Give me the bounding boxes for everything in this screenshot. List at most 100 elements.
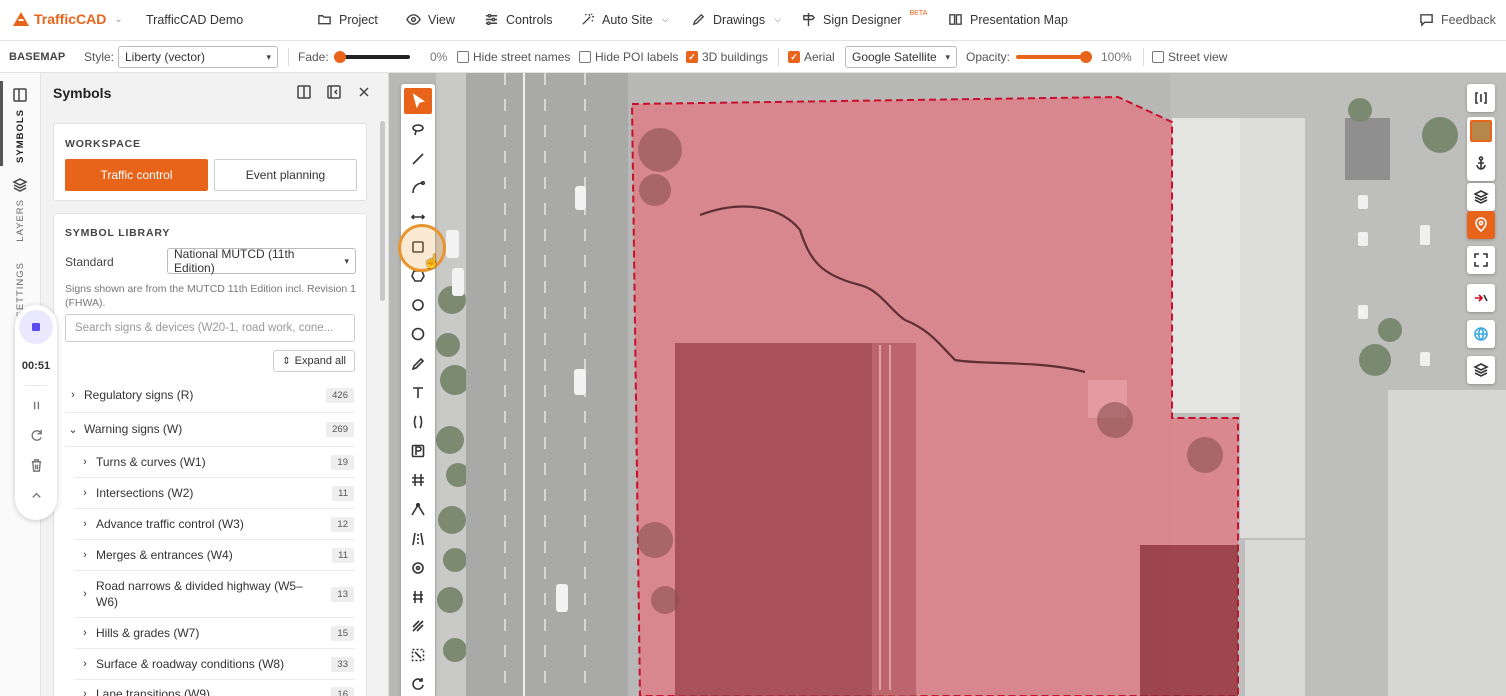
collapse-panel-button[interactable] [326, 84, 342, 100]
expand-all-button[interactable]: ⇕ Expand all [273, 350, 355, 372]
dock-panel-button[interactable] [296, 84, 312, 100]
pause-button[interactable] [28, 397, 44, 413]
lane-tool[interactable] [404, 526, 432, 552]
subcategory-label: Hills & grades (W7) [96, 626, 200, 640]
top-menu-bar: TrafficCAD ⌄ TrafficCAD Demo Project Vie… [0, 0, 1506, 41]
target-tool[interactable] [404, 555, 432, 581]
chevron-right-icon: › [83, 658, 87, 670]
circle-tool[interactable] [404, 292, 432, 318]
snap-button[interactable] [1467, 211, 1495, 239]
subcategory-w8[interactable]: › Surface & roadway conditions (W8) 33 [54, 651, 366, 677]
street-view-checkbox[interactable]: Street view [1152, 41, 1227, 73]
aerial-checkbox[interactable]: ✓ Aerial [788, 41, 835, 73]
subcategory-w1[interactable]: › Turns & curves (W1) 19 [54, 449, 366, 475]
crosswalk-tool[interactable] [404, 467, 432, 493]
symbol-search-input[interactable]: Search signs & devices (W20-1, road work… [65, 314, 355, 342]
double-arrow-icon [410, 214, 426, 220]
panel-scrollbar[interactable] [380, 121, 385, 301]
checkbox-box[interactable] [457, 51, 469, 63]
opacity-slider[interactable] [1016, 51, 1092, 63]
pin-button[interactable] [1467, 149, 1495, 177]
menu-drawings[interactable]: Drawings ⌵ [691, 12, 781, 27]
expand-all-label: Expand all [294, 355, 346, 367]
traffic-control-button[interactable]: Traffic control [65, 159, 208, 191]
bracket-tool[interactable] [404, 409, 432, 435]
rail-tool[interactable] [404, 584, 432, 610]
lasso-tool[interactable] [404, 117, 432, 143]
close-panel-button[interactable] [356, 84, 372, 100]
menu-controls-label: Controls [506, 12, 553, 27]
layers-button[interactable] [1467, 183, 1495, 211]
count-badge: 269 [326, 421, 354, 437]
3d-buildings-label: 3D buildings [702, 50, 769, 64]
stop-recording-button[interactable] [19, 310, 53, 344]
ellipse-tool[interactable] [404, 321, 432, 347]
restart-button[interactable] [28, 427, 44, 443]
checkbox-box[interactable] [1152, 51, 1164, 63]
chevron-right-icon: › [83, 456, 87, 468]
menu-view[interactable]: View [406, 12, 455, 27]
checkmark-icon[interactable]: ✓ [686, 51, 698, 63]
menu-controls[interactable]: Controls [484, 12, 553, 27]
chevron-down-icon: ⌵ [774, 14, 781, 24]
rail-tab-layers[interactable]: LAYERS [9, 177, 31, 242]
region-select-tool[interactable] [404, 642, 432, 668]
layer-stack-button[interactable] [1467, 356, 1495, 384]
signpost-icon [803, 12, 816, 27]
hide-street-names-checkbox[interactable]: Hide street names [457, 41, 570, 73]
checkbox-box[interactable] [579, 51, 591, 63]
standard-select[interactable]: National MUTCD (11th Edition) ▾ [167, 247, 356, 275]
freehand-tool[interactable] [404, 351, 432, 377]
fullscreen-button[interactable] [1467, 246, 1495, 274]
category-warning[interactable]: ⌄ Warning signs (W) 269 [54, 416, 366, 442]
chevron-down-icon: ⌄ [114, 13, 123, 25]
rotate-tool[interactable] [404, 671, 432, 696]
subcategory-w5-w6[interactable]: › Road narrows & divided highway (W5–W6)… [54, 574, 366, 614]
panel-icon [13, 88, 27, 102]
subcategory-w4[interactable]: › Merges & entrances (W4) 11 [54, 542, 366, 568]
style-select[interactable]: Liberty (vector) ▾ [118, 46, 278, 68]
divider [1143, 48, 1144, 66]
project-name[interactable]: TrafficCAD Demo [146, 13, 243, 27]
checkmark-icon[interactable]: ✓ [788, 51, 800, 63]
panel-title: Symbols [53, 85, 112, 101]
app-brand[interactable]: TrafficCAD ⌄ [12, 11, 123, 27]
parking-tool[interactable] [404, 438, 432, 464]
subcategory-w2[interactable]: › Intersections (W2) 11 [54, 480, 366, 506]
traffic-cone-logo-icon [13, 12, 29, 26]
expand-panel-button[interactable] [1467, 84, 1495, 112]
globe-button[interactable] [1467, 320, 1495, 348]
menu-project[interactable]: Project [317, 12, 378, 27]
hide-poi-labels-checkbox[interactable]: Hide POI labels [579, 41, 678, 73]
3d-buildings-checkbox[interactable]: ✓ 3D buildings [686, 41, 768, 73]
event-planning-button[interactable]: Event planning [214, 159, 357, 191]
compass-button[interactable] [1467, 284, 1495, 312]
aerial-thumbnail[interactable] [1470, 120, 1492, 142]
pencil-icon [411, 357, 425, 371]
delete-recording-button[interactable] [28, 457, 44, 473]
menu-auto-site[interactable]: Auto Site ⌵ [580, 12, 669, 27]
hatch-tool[interactable] [404, 613, 432, 639]
menu-project-label: Project [339, 12, 378, 27]
fade-slider[interactable] [334, 51, 410, 63]
dashed-square-icon [411, 648, 425, 662]
category-regulatory[interactable]: › Regulatory signs (R) 426 [54, 382, 366, 408]
menu-sign-designer[interactable]: Sign Designer BETA [801, 10, 927, 27]
line-tool[interactable] [404, 146, 432, 172]
opacity-slider-handle[interactable] [1080, 51, 1092, 63]
fade-slider-handle[interactable] [334, 51, 346, 63]
subcategory-w3[interactable]: › Advance traffic control (W3) 12 [54, 511, 366, 537]
curve-tool[interactable] [404, 175, 432, 201]
subcategory-w9[interactable]: › Lane transitions (W9) 16 [54, 681, 366, 696]
menu-presentation-map[interactable]: Presentation Map [948, 12, 1068, 27]
text-tool[interactable] [404, 380, 432, 406]
collapse-button[interactable] [28, 487, 44, 503]
select-tool[interactable] [404, 88, 432, 114]
node-edit-tool[interactable] [404, 497, 432, 523]
rail-tab-symbols[interactable]: SYMBOLS [9, 87, 31, 163]
feedback-button[interactable]: Feedback [1419, 12, 1496, 27]
divider [65, 412, 355, 413]
map-canvas[interactable] [389, 73, 1506, 696]
aerial-source-select[interactable]: Google Satellite ▾ [845, 46, 957, 68]
subcategory-w7[interactable]: › Hills & grades (W7) 15 [54, 620, 366, 646]
